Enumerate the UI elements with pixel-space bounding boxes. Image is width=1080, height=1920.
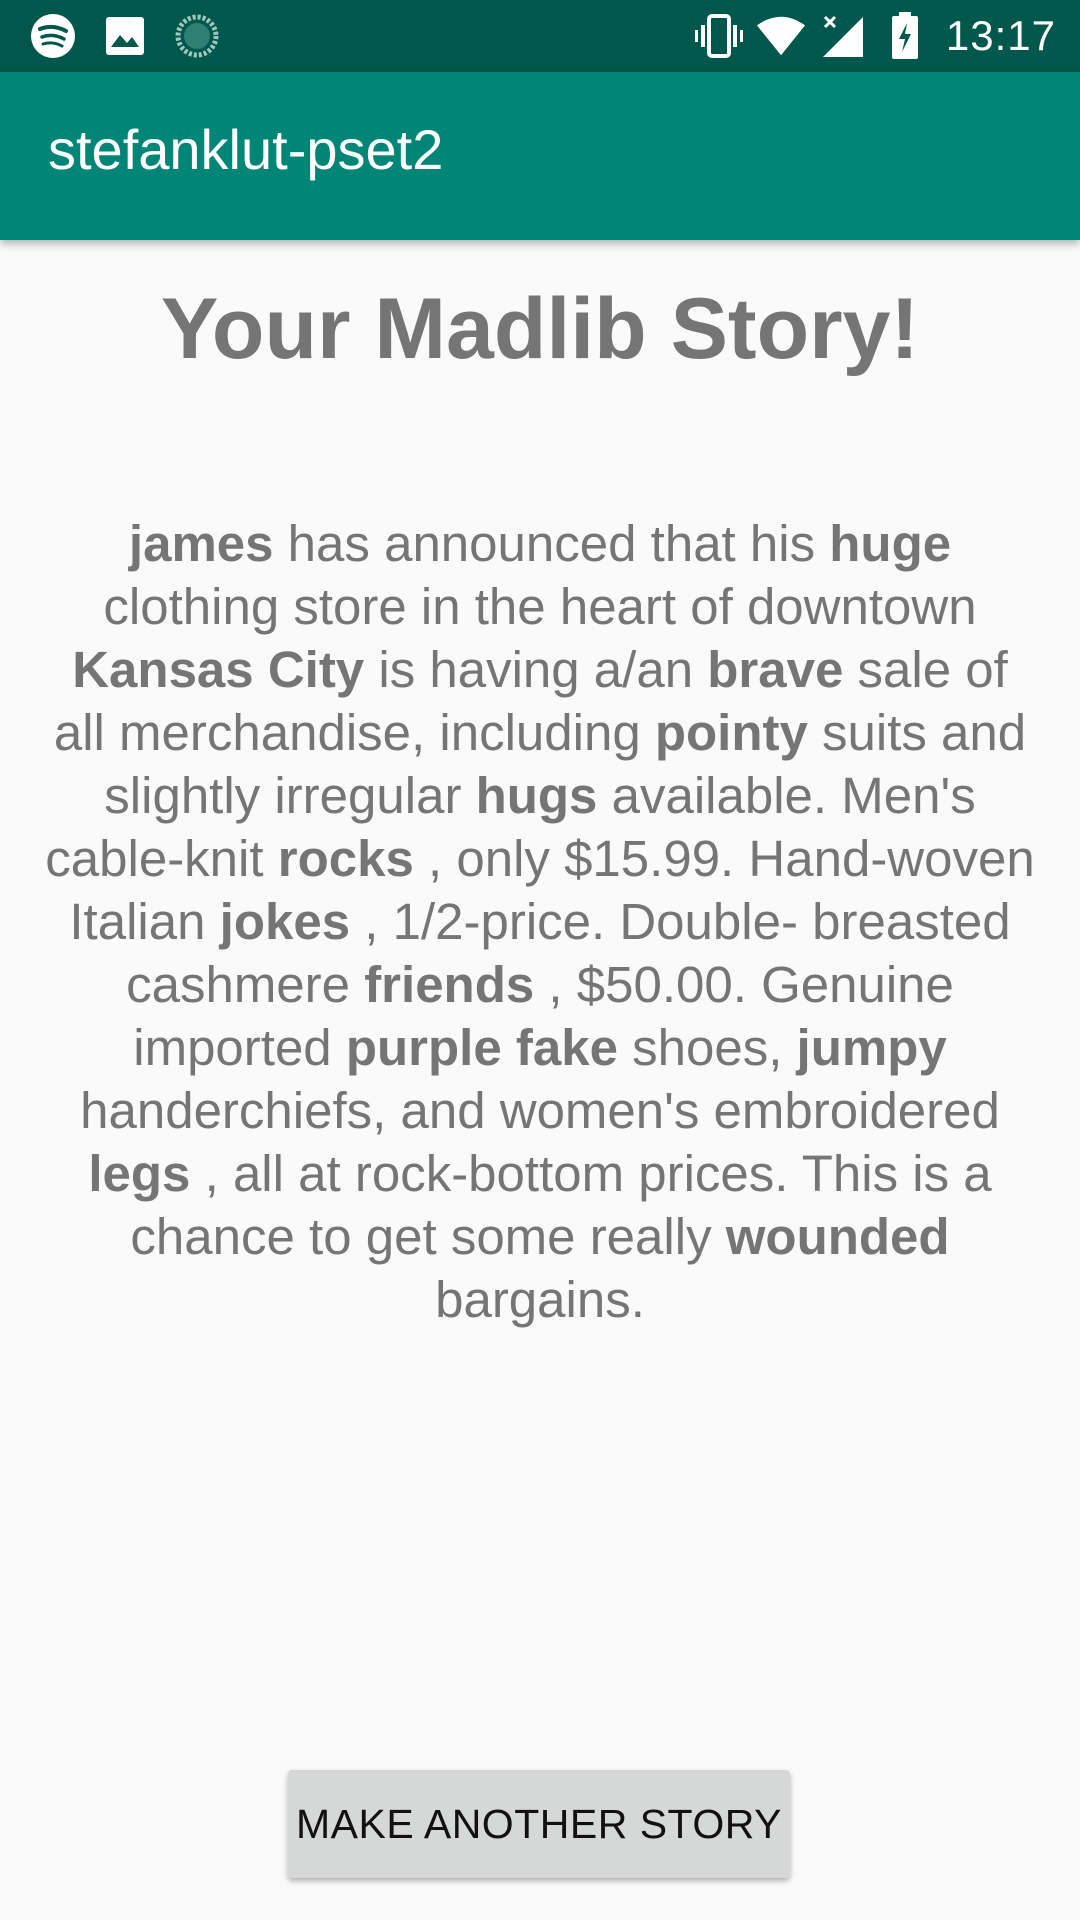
battery-charging-icon: [880, 11, 930, 61]
story-word: legs: [88, 1145, 191, 1202]
notification-icons: [30, 14, 246, 58]
story-word: jokes: [219, 893, 351, 950]
story-text: james has announced that his huge clothi…: [40, 512, 1040, 1331]
main-content: Your Madlib Story! james has announced t…: [0, 240, 1080, 1920]
image-icon: [102, 13, 148, 59]
story-word: james: [128, 515, 274, 572]
status-clock: 13:17: [945, 12, 1056, 59]
story-word: purple fake: [345, 1019, 618, 1076]
make-another-story-button[interactable]: MAKE ANOTHER STORY: [288, 1770, 790, 1878]
story-text-segment: clothing store in the heart of downtown: [103, 578, 977, 635]
app-bar: stefanklut-pset2: [0, 72, 1080, 240]
story-word: friends: [364, 956, 535, 1013]
story-word: hugs: [475, 767, 598, 824]
story-word: rocks: [277, 830, 414, 887]
story-word: pointy: [654, 704, 808, 761]
story-text-segment: is having a/an: [364, 641, 708, 698]
page-title: Your Madlib Story!: [160, 281, 920, 377]
loading-icon: [174, 13, 220, 59]
story-word: wounded: [725, 1208, 950, 1265]
spotify-icon: [30, 13, 76, 59]
story-word: brave: [707, 641, 844, 698]
system-icons: 13:17: [682, 10, 1056, 62]
story-word: jumpy: [796, 1019, 947, 1076]
story-word: Kansas City: [72, 641, 365, 698]
signal-icon: [818, 11, 868, 61]
app-title: stefanklut-pset2: [48, 118, 444, 181]
status-bar: 13:17: [0, 0, 1080, 72]
vibrate-icon: [694, 11, 744, 61]
story-text-segment: bargains.: [435, 1271, 645, 1328]
story-text-segment: has announced that his: [273, 515, 830, 572]
story-text-segment: handerchiefs, and women's embroidered: [80, 1082, 1000, 1139]
story-text-segment: shoes,: [617, 1019, 797, 1076]
wifi-icon: [756, 11, 806, 61]
story-word: huge: [829, 515, 952, 572]
